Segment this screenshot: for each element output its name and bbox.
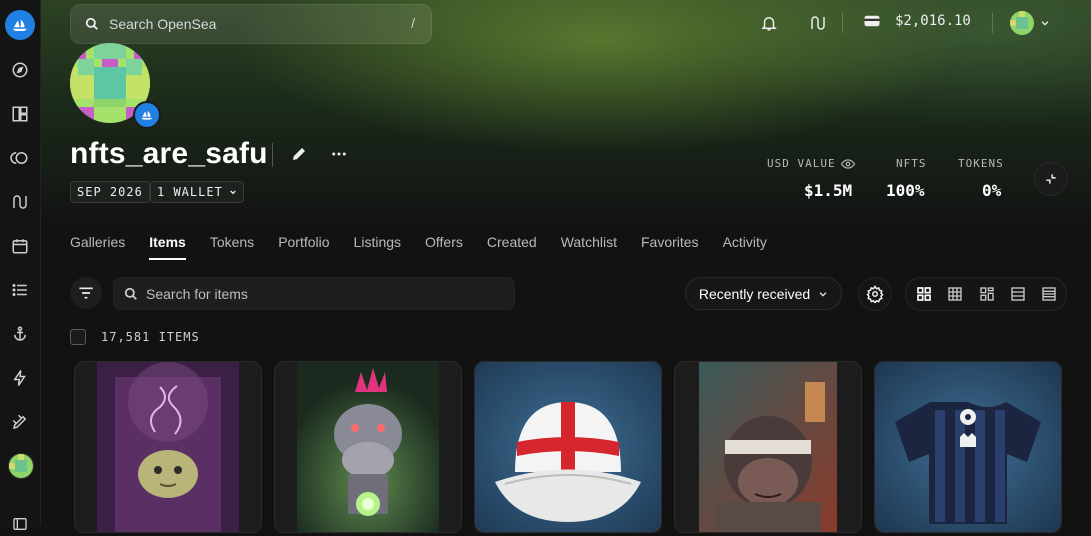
lightning-icon[interactable] xyxy=(8,366,32,390)
chevron-down-icon xyxy=(229,188,237,196)
tab-activity[interactable]: Activity xyxy=(723,234,767,260)
search-placeholder: Search OpenSea xyxy=(109,16,217,32)
select-all-checkbox[interactable] xyxy=(70,329,86,345)
profile-tabs: Galleries Items Tokens Portfolio Listing… xyxy=(70,234,791,260)
more-options-icon[interactable] xyxy=(330,145,348,168)
small-grid-view-icon[interactable] xyxy=(944,283,966,305)
search-icon xyxy=(124,287,138,301)
anchor-icon[interactable] xyxy=(8,322,32,346)
user-avatar[interactable] xyxy=(8,453,34,479)
joined-date: SEP 2026 xyxy=(70,181,150,203)
title-divider xyxy=(272,143,273,167)
activity-swap-icon[interactable] xyxy=(808,14,828,37)
eye-icon[interactable] xyxy=(840,158,855,170)
blindfolded-ape-nft xyxy=(675,362,861,532)
list-view-icon[interactable] xyxy=(1038,283,1060,305)
filter-icon xyxy=(78,286,94,300)
wallets-label: 1 WALLET xyxy=(157,185,223,199)
stat-tokens-label: TOKENS xyxy=(958,157,1004,170)
profile-username: nfts_are_safu xyxy=(70,137,268,170)
opensea-logo-icon[interactable] xyxy=(5,10,35,40)
pink-mohawk-rhino-nft xyxy=(275,362,461,532)
compass-icon[interactable] xyxy=(8,58,32,82)
grid-layout-icon[interactable] xyxy=(8,102,32,126)
stat-usd-value: $1.5M xyxy=(804,181,853,200)
tab-galleries[interactable]: Galleries xyxy=(70,234,125,260)
list-icon[interactable] xyxy=(8,278,32,302)
gear-icon xyxy=(866,285,884,303)
opensea-badge-icon xyxy=(133,101,161,129)
pufferfish-nft xyxy=(75,362,261,532)
tab-listings[interactable]: Listings xyxy=(354,234,401,260)
tab-watchlist[interactable]: Watchlist xyxy=(561,234,617,260)
pencil-tool-icon[interactable] xyxy=(8,410,32,434)
filter-button[interactable] xyxy=(70,277,102,309)
nft-card[interactable] xyxy=(874,361,1062,533)
header-divider xyxy=(992,13,993,33)
sort-dropdown[interactable]: Recently received xyxy=(685,277,842,310)
mosaic-view-icon[interactable] xyxy=(976,283,998,305)
account-menu[interactable] xyxy=(1010,11,1050,35)
tab-favorites[interactable]: Favorites xyxy=(641,234,699,260)
global-search[interactable]: Search OpenSea / xyxy=(70,4,432,44)
tab-created[interactable]: Created xyxy=(487,234,537,260)
collapse-arrows-icon xyxy=(1044,172,1058,186)
stat-tokens-value: 0% xyxy=(982,181,1002,200)
items-search-placeholder: Search for items xyxy=(146,285,248,302)
tab-offers[interactable]: Offers xyxy=(425,234,463,260)
settings-button[interactable] xyxy=(858,277,892,311)
swap-circles-icon[interactable] xyxy=(8,146,32,170)
tab-portfolio[interactable]: Portfolio xyxy=(278,234,329,260)
chevron-down-icon xyxy=(1040,18,1050,28)
items-search-input[interactable]: Search for items xyxy=(113,277,515,310)
edit-icon[interactable] xyxy=(290,145,308,168)
stat-label-text: USD VALUE xyxy=(767,157,836,170)
bell-icon[interactable] xyxy=(760,14,778,37)
search-shortcut: / xyxy=(411,15,415,31)
calendar-icon[interactable] xyxy=(8,234,32,258)
nft-card[interactable] xyxy=(674,361,862,533)
england-cap-nft xyxy=(475,362,661,532)
stat-usd-value-label: USD VALUE xyxy=(767,157,855,170)
view-mode-group xyxy=(905,277,1067,311)
stat-nfts-value: 100% xyxy=(886,181,925,200)
items-count: 17,581 ITEMS xyxy=(101,330,200,344)
striped-jersey-nft xyxy=(875,362,1061,532)
large-grid-view-icon[interactable] xyxy=(913,283,935,305)
wallet-icon xyxy=(863,12,881,30)
nft-card[interactable] xyxy=(474,361,662,533)
collapse-button[interactable] xyxy=(1034,162,1068,196)
account-avatar xyxy=(1010,11,1034,35)
header-divider xyxy=(842,13,843,33)
wallets-dropdown[interactable]: 1 WALLET xyxy=(150,181,244,203)
search-icon xyxy=(85,17,99,31)
chevron-down-icon xyxy=(818,289,828,299)
nft-card[interactable] xyxy=(74,361,262,533)
wallet-balance-button[interactable]: $2,016.10 xyxy=(863,12,971,30)
tab-items[interactable]: Items xyxy=(149,234,186,260)
sidebar xyxy=(0,0,41,530)
wallet-icon[interactable] xyxy=(8,512,32,536)
wallet-balance: $2,016.10 xyxy=(895,13,971,29)
stat-nfts-label: NFTS xyxy=(896,157,927,170)
tab-tokens[interactable]: Tokens xyxy=(210,234,254,260)
bridge-icon[interactable] xyxy=(8,190,32,214)
nft-card[interactable] xyxy=(274,361,462,533)
table-view-icon[interactable] xyxy=(1007,283,1029,305)
sort-label: Recently received xyxy=(698,285,811,302)
